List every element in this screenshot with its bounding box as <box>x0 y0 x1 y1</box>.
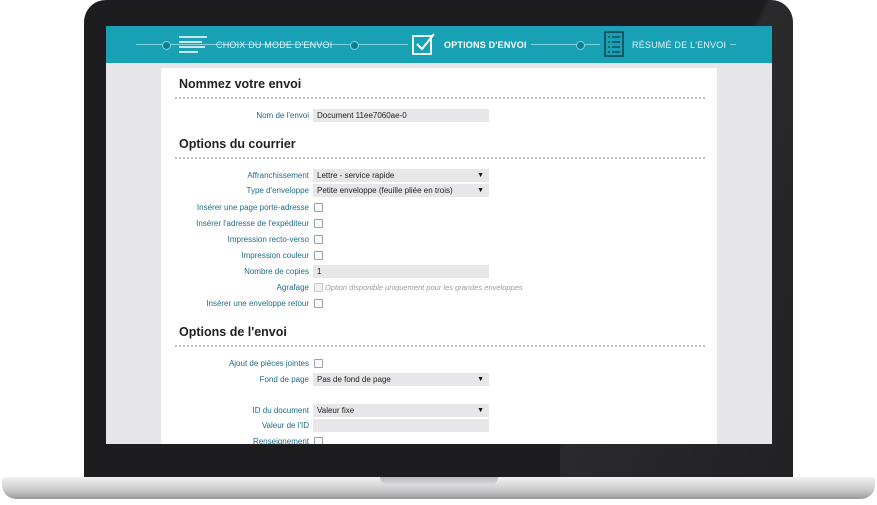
valeur-id-label: Valeur de l'ID <box>261 421 309 430</box>
pieces-jointes-label: Ajout de pièces jointes <box>228 359 309 368</box>
agrafage-hint: Option disponible uniquement pour les gr… <box>325 283 523 292</box>
type-enveloppe-label: Type d'enveloppe <box>246 186 309 195</box>
select-value: Valeur fixe <box>317 406 355 415</box>
renseignement-checkbox[interactable] <box>314 437 323 444</box>
affranchissement-select[interactable]: Lettre - service rapide ▼ <box>313 169 489 182</box>
app-screen: CHOIX DU MODE D'ENVOI OPTIONS D'ENVOI RÉ… <box>106 26 772 444</box>
select-value: Petite enveloppe (feuille pliée en trois… <box>317 186 453 195</box>
dropdown-arrow-icon: ▼ <box>477 172 484 179</box>
dropdown-arrow-icon: ▼ <box>477 187 484 194</box>
step-label: OPTIONS D'ENVOI <box>444 39 527 50</box>
checkbox-checked-icon <box>412 32 436 57</box>
row-valeur-id: Valeur de l'ID <box>161 419 717 433</box>
fond-page-select[interactable]: Pas de fond de page ▼ <box>313 373 489 386</box>
nom-envoi-input[interactable]: Document 11ee7060ae-0 <box>313 109 489 122</box>
section-title-courrier: Options du courrier <box>179 137 296 151</box>
row-pieces-jointes: Ajout de pièces jointes <box>161 357 717 371</box>
options-form: Nommez votre envoi Nom de l'envoi Docume… <box>161 68 717 444</box>
row-impression-couleur: Impression couleur <box>161 249 717 263</box>
select-value: Pas de fond de page <box>317 375 391 384</box>
nombre-copies-input[interactable]: 1 <box>313 265 489 278</box>
row-page-porte-adresse: Insérer une page porte-adresse <box>161 201 717 215</box>
row-fond-page: Fond de page Pas de fond de page ▼ <box>161 373 717 387</box>
checklist-document-icon <box>604 30 624 59</box>
step-dot <box>350 41 359 50</box>
section-divider <box>175 157 705 159</box>
row-id-document: ID du document Valeur fixe ▼ <box>161 404 717 418</box>
nom-envoi-label: Nom de l'envoi <box>256 111 309 120</box>
stepper-header: CHOIX DU MODE D'ENVOI OPTIONS D'ENVOI RÉ… <box>106 26 772 63</box>
step-options-envoi[interactable]: OPTIONS D'ENVOI <box>408 26 531 63</box>
row-nom-envoi: Nom de l'envoi Document 11ee7060ae-0 <box>161 109 717 123</box>
row-adresse-expediteur: Insérer l'adresse de l'expéditeur <box>161 217 717 231</box>
enveloppe-retour-label: Insérer une enveloppe retour <box>206 299 309 308</box>
row-renseignement: Renseignement <box>161 435 717 444</box>
recto-verso-checkbox[interactable] <box>314 235 323 244</box>
section-divider <box>175 345 705 347</box>
page-porte-adresse-label: Insérer une page porte-adresse <box>196 203 309 212</box>
laptop-notch <box>380 477 498 485</box>
id-document-label: ID du document <box>252 406 309 415</box>
adresse-expediteur-label: Insérer l'adresse de l'expéditeur <box>196 219 309 228</box>
select-value: Lettre - service rapide <box>317 171 395 180</box>
valeur-id-input[interactable] <box>313 419 489 432</box>
dropdown-arrow-icon: ▼ <box>477 407 484 414</box>
row-nombre-copies: Nombre de copies 1 <box>161 265 717 279</box>
step-dot <box>576 41 585 50</box>
section-divider <box>175 97 705 99</box>
nombre-copies-label: Nombre de copies <box>244 267 309 276</box>
step-dot <box>162 41 171 50</box>
dropdown-arrow-icon: ▼ <box>477 376 484 383</box>
renseignement-label: Renseignement <box>252 437 309 444</box>
section-title-name: Nommez votre envoi <box>179 77 302 91</box>
step-resume-envoi[interactable]: RÉSUMÉ DE L'ENVOI <box>600 26 731 63</box>
step-label: CHOIX DU MODE D'ENVOI <box>216 39 333 50</box>
row-agrafage: Agrafage Option disponible uniquement po… <box>161 281 717 295</box>
agrafage-checkbox <box>314 283 323 292</box>
step-mode-envoi[interactable]: CHOIX DU MODE D'ENVOI <box>178 26 332 63</box>
pieces-jointes-checkbox[interactable] <box>314 359 323 368</box>
impression-couleur-checkbox[interactable] <box>314 251 323 260</box>
step-label: RÉSUMÉ DE L'ENVOI <box>632 39 727 50</box>
recto-verso-label: Impression recto-verso <box>227 235 309 244</box>
adresse-expediteur-checkbox[interactable] <box>314 219 323 228</box>
impression-couleur-label: Impression couleur <box>241 251 309 260</box>
agrafage-label: Agrafage <box>276 283 309 292</box>
id-document-select[interactable]: Valeur fixe ▼ <box>313 404 489 417</box>
affranchissement-label: Affranchissement <box>247 171 309 180</box>
row-type-enveloppe: Type d'enveloppe Petite enveloppe (feuil… <box>161 184 717 198</box>
type-enveloppe-select[interactable]: Petite enveloppe (feuille pliée en trois… <box>313 184 489 197</box>
menu-lines-icon <box>178 35 208 55</box>
enveloppe-retour-checkbox[interactable] <box>314 299 323 308</box>
row-recto-verso: Impression recto-verso <box>161 233 717 247</box>
page-porte-adresse-checkbox[interactable] <box>314 203 323 212</box>
fond-page-label: Fond de page <box>259 375 309 384</box>
section-title-envoi: Options de l'envoi <box>179 325 287 339</box>
row-affranchissement: Affranchissement Lettre - service rapide… <box>161 169 717 183</box>
row-enveloppe-retour: Insérer une enveloppe retour <box>161 297 717 311</box>
